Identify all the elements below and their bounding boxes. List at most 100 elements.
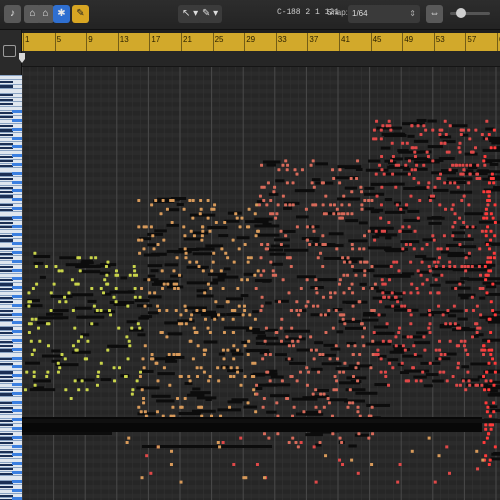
midi-note[interactable]: [109, 313, 113, 317]
midi-note[interactable]: [256, 229, 260, 233]
midi-note[interactable]: [266, 243, 270, 246]
midi-note[interactable]: [179, 480, 183, 484]
midi-note[interactable]: [140, 476, 144, 480]
midi-note[interactable]: [99, 287, 103, 290]
midi-note[interactable]: [287, 357, 291, 361]
midi-note[interactable]: [70, 278, 74, 282]
midi-note[interactable]: [231, 331, 235, 334]
midi-note[interactable]: [300, 168, 304, 172]
midi-note[interactable]: [113, 379, 117, 383]
midi-note[interactable]: [478, 287, 482, 290]
midi-note[interactable]: [172, 282, 176, 286]
midi-note[interactable]: [73, 326, 77, 330]
midi-note[interactable]: [314, 480, 318, 484]
midi-note[interactable]: [478, 247, 482, 251]
midi-note[interactable]: [363, 199, 367, 202]
midi-note[interactable]: [114, 287, 118, 290]
midi-note[interactable]: [52, 282, 56, 286]
midi-note[interactable]: [427, 181, 431, 185]
midi-note[interactable]: [137, 199, 141, 202]
midi-note[interactable]: [271, 269, 275, 273]
midi-note[interactable]: [192, 234, 196, 238]
midi-note[interactable]: [485, 212, 489, 216]
midi-note[interactable]: [372, 128, 376, 132]
midi-note[interactable]: [346, 273, 350, 277]
midi-note[interactable]: [27, 322, 31, 326]
midi-note[interactable]: [49, 291, 53, 295]
midi-note[interactable]: [112, 295, 116, 299]
midi-note[interactable]: [485, 291, 489, 295]
midi-note[interactable]: [438, 256, 442, 260]
midi-note[interactable]: [154, 361, 158, 365]
midi-note[interactable]: [99, 361, 103, 365]
collapse-icon[interactable]: ⌂: [37, 5, 54, 23]
midi-note[interactable]: [451, 375, 455, 378]
midi-note[interactable]: [355, 177, 359, 180]
midi-note[interactable]: [438, 133, 442, 136]
midi-note[interactable]: [487, 388, 491, 392]
piano-key[interactable]: [0, 457, 22, 459]
midi-note[interactable]: [199, 366, 203, 370]
midi-note[interactable]: [485, 137, 489, 141]
note-canvas[interactable]: [22, 67, 500, 500]
midi-note[interactable]: [216, 366, 220, 370]
midi-note[interactable]: [461, 379, 465, 383]
midi-note[interactable]: [486, 225, 490, 229]
midi-note[interactable]: [487, 199, 491, 202]
midi-note[interactable]: [388, 124, 392, 128]
midi-note[interactable]: [417, 181, 421, 185]
midi-note[interactable]: [351, 353, 355, 356]
midi-note[interactable]: [291, 181, 295, 185]
midi-note[interactable]: [447, 471, 451, 475]
piano-key[interactable]: [0, 229, 22, 230]
midi-note[interactable]: [434, 278, 438, 282]
midi-note[interactable]: [256, 269, 260, 273]
midi-note[interactable]: [388, 361, 392, 365]
midi-note[interactable]: [448, 322, 452, 326]
midi-note[interactable]: [487, 194, 491, 198]
midi-note[interactable]: [384, 375, 388, 378]
midi-note[interactable]: [92, 304, 96, 308]
midi-note[interactable]: [482, 375, 486, 378]
midi-note[interactable]: [434, 265, 438, 268]
midi-note[interactable]: [356, 471, 360, 475]
midi-note[interactable]: [414, 146, 418, 150]
midi-note[interactable]: [247, 207, 251, 211]
midi-note[interactable]: [218, 445, 222, 449]
midi-note[interactable]: [272, 190, 276, 194]
midi-note[interactable]: [189, 229, 193, 233]
midi-note[interactable]: [451, 163, 455, 167]
midi-note[interactable]: [172, 269, 176, 273]
midi-note[interactable]: [235, 216, 239, 220]
midi-note[interactable]: [206, 326, 210, 330]
midi-note[interactable]: [432, 238, 436, 242]
midi-note[interactable]: [431, 128, 435, 132]
midi-note[interactable]: [263, 476, 267, 480]
midi-note[interactable]: [259, 273, 263, 277]
midi-note[interactable]: [480, 383, 484, 387]
midi-note[interactable]: [484, 229, 488, 233]
midi-note[interactable]: [477, 265, 481, 268]
midi-note[interactable]: [464, 269, 468, 273]
midi-note[interactable]: [56, 361, 60, 365]
midi-note[interactable]: [371, 353, 375, 356]
midi-note[interactable]: [394, 185, 398, 189]
midi-note[interactable]: [451, 203, 455, 207]
midi-note[interactable]: [257, 203, 261, 207]
midi-note[interactable]: [206, 199, 210, 202]
midi-note[interactable]: [383, 370, 387, 374]
midi-note[interactable]: [474, 146, 478, 150]
midi-note[interactable]: [467, 203, 471, 207]
midi-note[interactable]: [351, 375, 355, 378]
midi-note[interactable]: [266, 247, 270, 251]
midi-note[interactable]: [489, 212, 493, 216]
midi-note[interactable]: [470, 335, 474, 339]
midi-note[interactable]: [467, 234, 471, 238]
midi-note[interactable]: [96, 375, 100, 378]
midi-note[interactable]: [458, 216, 462, 220]
midi-note[interactable]: [150, 357, 154, 361]
midi-note[interactable]: [209, 287, 213, 290]
midi-note[interactable]: [308, 243, 312, 246]
midi-note[interactable]: [481, 287, 485, 290]
midi-note[interactable]: [198, 212, 202, 216]
